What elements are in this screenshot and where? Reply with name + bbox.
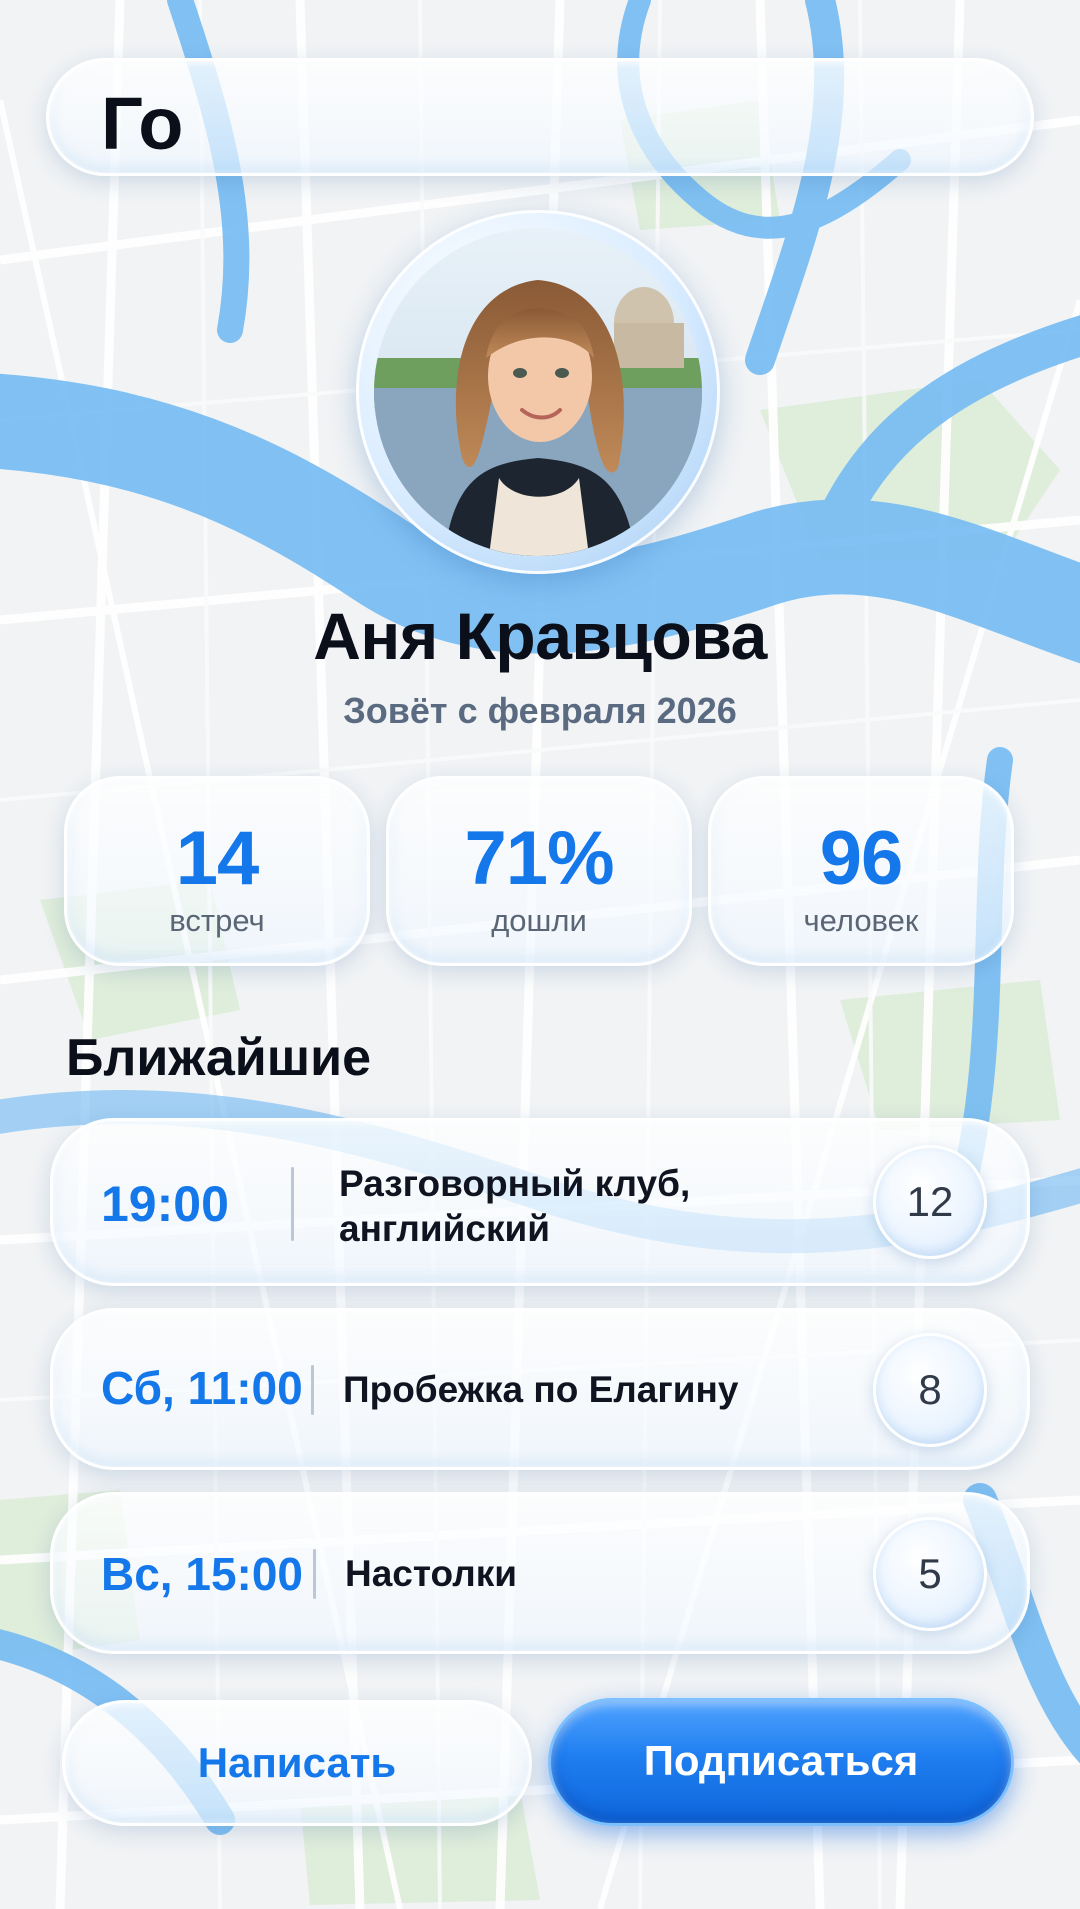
stat-value: 71% [464, 816, 614, 901]
stat-value: 14 [175, 816, 260, 901]
message-button[interactable]: Написать [62, 1700, 532, 1826]
attendee-count-badge: 12 [873, 1145, 987, 1259]
event-time: Вс, 15:00 [101, 1548, 304, 1600]
avatar [374, 228, 702, 556]
subscribe-button[interactable]: Подписаться [548, 1698, 1014, 1826]
event-row[interactable]: Вс, 15:00 Настолки 5 [50, 1492, 1030, 1654]
app-title: Го [101, 82, 183, 165]
avatar-frame[interactable] [356, 210, 720, 574]
divider [291, 1167, 294, 1241]
event-title: Пробежка по Елагину [343, 1369, 739, 1410]
event-time: Сб, 11:00 [101, 1362, 303, 1414]
event-title: Настолки [345, 1553, 517, 1594]
event-title: Разговорный клуб, английский [339, 1161, 690, 1251]
app-title-bar: Го [46, 58, 1034, 176]
stat-meetings: 14 встреч [64, 776, 370, 966]
divider [313, 1549, 316, 1599]
event-row[interactable]: 19:00 Разговорный клуб, английский 12 [50, 1118, 1030, 1286]
event-time: 19:00 [101, 1176, 229, 1232]
event-row[interactable]: Сб, 11:00 Пробежка по Елагину 8 [50, 1308, 1030, 1470]
stat-value: 96 [819, 816, 904, 901]
profile-since: Зовёт с февраля 2026 [343, 690, 737, 731]
attendee-count-badge: 5 [873, 1517, 987, 1631]
attendee-count-badge: 8 [873, 1333, 987, 1447]
event-title-line: английский [339, 1208, 550, 1249]
stat-label: человек [803, 903, 919, 938]
profile-name: Аня Кравцова [313, 599, 767, 673]
divider [311, 1365, 314, 1415]
stat-label: дошли [491, 903, 587, 938]
upcoming-section-title: Ближайшие [66, 1029, 371, 1087]
stat-label: встреч [169, 903, 265, 938]
stat-people: 96 человек [708, 776, 1014, 966]
event-title-line: Разговорный клуб, [339, 1163, 691, 1204]
stat-attended: 71% дошли [386, 776, 692, 966]
